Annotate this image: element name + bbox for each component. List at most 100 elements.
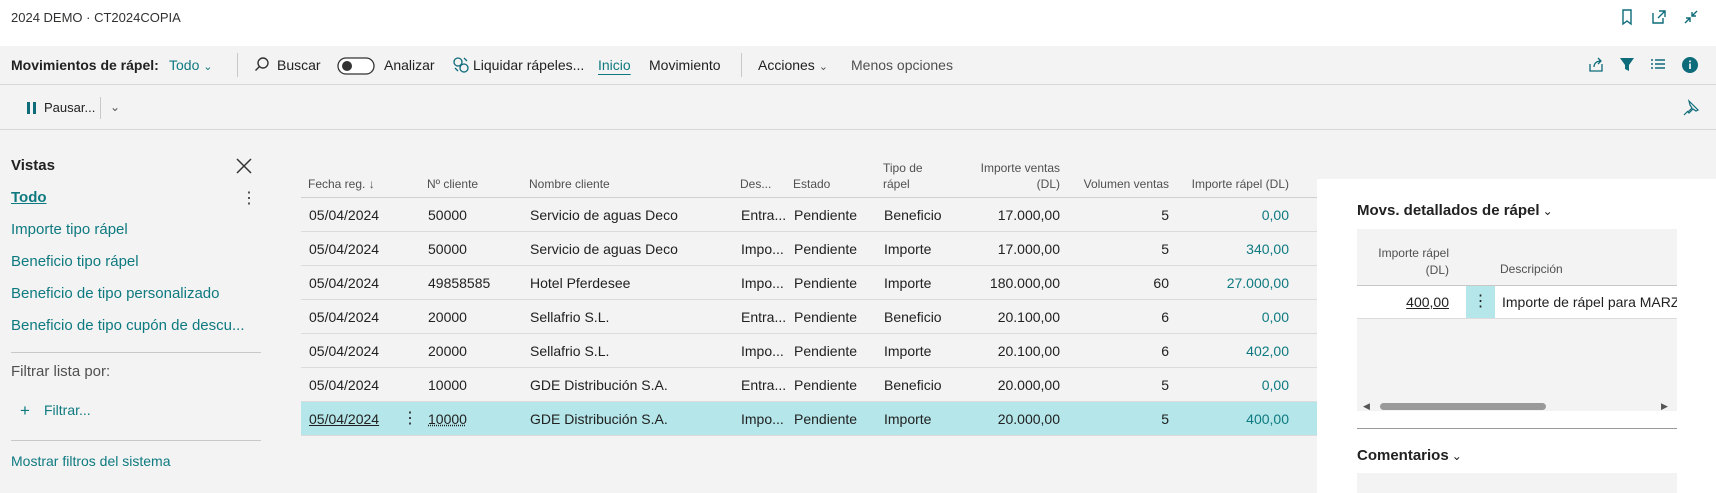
- column-header-fecha[interactable]: Fecha reg. ↓: [308, 176, 375, 192]
- table-row[interactable]: 05/04/2024 49858585 Hotel Pferdesee Impo…: [301, 266, 1317, 300]
- cell-importe-rapel[interactable]: 400,00: [1171, 411, 1289, 427]
- search-icon[interactable]: [253, 56, 271, 74]
- detail-importe-cell[interactable]: 400,00: [1357, 294, 1449, 310]
- fewer-options-button[interactable]: Menos opciones: [851, 57, 953, 73]
- view-selector-label: Todo: [169, 57, 200, 73]
- chevron-down-icon: ⌄: [818, 61, 828, 73]
- tab-movimiento[interactable]: Movimiento: [649, 57, 721, 73]
- more-options-icon[interactable]: ⋮: [241, 188, 257, 208]
- cell-tipo: Importe: [884, 411, 932, 427]
- cell-cliente[interactable]: 10000: [428, 411, 467, 427]
- view-item-beneficio-tipo-rapel[interactable]: Beneficio tipo rápel: [11, 253, 139, 270]
- cell-desc: Impo...: [741, 241, 784, 257]
- cell-nombre: Sellafrio S.L.: [530, 309, 610, 325]
- cell-importe-ventas: 17.000,00: [997, 207, 1060, 223]
- divider: [11, 352, 261, 353]
- row-menu-icon[interactable]: ⋮: [402, 408, 418, 428]
- page-title: 2024 DEMO · CT2024COPIA: [11, 10, 181, 25]
- column-header-cliente[interactable]: Nº cliente: [427, 176, 478, 192]
- title-bar: [0, 0, 1716, 46]
- column-header-importe-rapel[interactable]: Importe rápel (DL): [1171, 176, 1289, 192]
- cell-importe-rapel[interactable]: 27.000,00: [1171, 275, 1289, 291]
- chevron-down-icon: ⌄: [1542, 204, 1553, 218]
- actions-menu[interactable]: Acciones ⌄: [758, 57, 828, 73]
- cell-importe-rapel[interactable]: 0,00: [1171, 309, 1289, 325]
- view-item-importe-tipo-rapel[interactable]: Importe tipo rápel: [11, 221, 128, 238]
- scroll-left-icon[interactable]: ◀: [1363, 401, 1370, 412]
- analyze-label[interactable]: Analizar: [384, 57, 435, 73]
- column-header-desc[interactable]: Des...: [740, 176, 771, 192]
- cell-importe-rapel[interactable]: 402,00: [1171, 343, 1289, 359]
- cell-estado: Pendiente: [794, 343, 858, 359]
- view-item-todo[interactable]: Todo: [11, 189, 47, 206]
- list-icon[interactable]: [1649, 56, 1667, 74]
- page-caption: Movimientos de rápel:: [11, 57, 159, 73]
- table-row-selected[interactable]: 05/04/2024 ⋮ 10000 GDE Distribución S.A.…: [301, 402, 1317, 436]
- close-icon[interactable]: [235, 157, 253, 175]
- cell-volumen: 6: [1161, 343, 1169, 359]
- tab-inicio[interactable]: Inicio: [598, 57, 631, 73]
- cell-estado: Pendiente: [794, 377, 858, 393]
- open-new-window-icon[interactable]: [1649, 7, 1669, 27]
- view-item-beneficio-cupon[interactable]: Beneficio de tipo cupón de descu...: [11, 317, 245, 334]
- pin-icon[interactable]: [1682, 99, 1700, 117]
- add-filter-button[interactable]: Filtrar...: [44, 402, 91, 418]
- column-header-nombre[interactable]: Nombre cliente: [529, 176, 610, 192]
- cell-cliente: 10000: [428, 377, 467, 393]
- settle-rebates-button[interactable]: Liquidar rápeles...: [473, 57, 584, 73]
- cell-importe-ventas: 17.000,00: [997, 241, 1060, 257]
- cell-importe-rapel[interactable]: 0,00: [1171, 377, 1289, 393]
- cell-importe-ventas: 20.100,00: [997, 343, 1060, 359]
- cell-nombre: Hotel Pferdesee: [530, 275, 631, 291]
- cell-estado: Pendiente: [794, 207, 858, 223]
- search-button[interactable]: Buscar: [277, 57, 321, 73]
- cell-importe-ventas: 20.000,00: [997, 377, 1060, 393]
- cell-tipo: Beneficio: [884, 377, 942, 393]
- cell-fecha: 05/04/2024: [309, 343, 380, 359]
- cell-tipo: Importe: [884, 275, 932, 291]
- actions-menu-label: Acciones: [758, 57, 815, 73]
- rebate-entries-grid: Fecha reg. ↓ Nº cliente Nombre cliente D…: [301, 154, 1317, 436]
- column-header-volumen[interactable]: Volumen ventas: [1061, 176, 1169, 192]
- detail-entries-title[interactable]: Movs. detallados de rápel ⌄: [1357, 202, 1553, 219]
- cell-fecha: 05/04/2024: [309, 207, 380, 223]
- chevron-down-icon[interactable]: ⌄: [110, 100, 120, 114]
- column-header-importe-ventas[interactable]: Importe ventas (DL): [956, 160, 1060, 192]
- cell-fecha[interactable]: 05/04/2024: [309, 411, 379, 427]
- row-menu-icon[interactable]: ⋮: [1466, 286, 1495, 318]
- filter-icon[interactable]: [1618, 56, 1636, 74]
- cell-estado: Pendiente: [794, 275, 858, 291]
- view-item-beneficio-personalizado[interactable]: Beneficio de tipo personalizado: [11, 285, 219, 302]
- cell-importe-rapel[interactable]: 0,00: [1171, 207, 1289, 223]
- settle-rebates-icon: [451, 55, 471, 75]
- divider: [237, 53, 238, 77]
- cell-cliente: 20000: [428, 343, 467, 359]
- table-row[interactable]: 05/04/2024 50000 Servicio de aguas Deco …: [301, 198, 1317, 232]
- table-row[interactable]: 05/04/2024 20000 Sellafrio S.L. Impo... …: [301, 334, 1317, 368]
- table-row[interactable]: 05/04/2024 10000 GDE Distribución S.A. E…: [301, 368, 1317, 402]
- column-header-importe-rapel[interactable]: Importe rápel (DL): [1357, 245, 1449, 279]
- column-header-estado[interactable]: Estado: [793, 176, 830, 192]
- share-icon[interactable]: [1587, 56, 1605, 74]
- horizontal-scrollbar[interactable]: [1380, 403, 1546, 410]
- cell-estado: Pendiente: [794, 309, 858, 325]
- table-row[interactable]: 05/04/2024 20000 Sellafrio S.L. Entra...…: [301, 300, 1317, 334]
- info-icon[interactable]: [1681, 56, 1699, 74]
- column-header-tipo[interactable]: Tipo de rápel: [883, 160, 923, 192]
- column-header-descripcion[interactable]: Descripción: [1500, 262, 1563, 276]
- view-selector[interactable]: Todo ⌄: [169, 57, 212, 73]
- divider: [11, 440, 261, 441]
- scroll-right-icon[interactable]: ▶: [1661, 401, 1668, 412]
- cell-desc: Impo...: [741, 411, 784, 427]
- table-row[interactable]: 05/04/2024 50000 Servicio de aguas Deco …: [301, 232, 1317, 266]
- cell-volumen: 5: [1161, 207, 1169, 223]
- bookmark-icon[interactable]: [1617, 7, 1637, 27]
- cell-importe-rapel[interactable]: 340,00: [1171, 241, 1289, 257]
- analyze-toggle[interactable]: [337, 56, 375, 76]
- plus-icon: +: [20, 401, 30, 420]
- pause-button[interactable]: Pausar...: [44, 100, 95, 115]
- comments-title[interactable]: Comentarios ⌄: [1357, 447, 1462, 464]
- cell-tipo: Importe: [884, 343, 932, 359]
- show-system-filters-link[interactable]: Mostrar filtros del sistema: [11, 453, 170, 469]
- collapse-icon[interactable]: [1681, 7, 1701, 27]
